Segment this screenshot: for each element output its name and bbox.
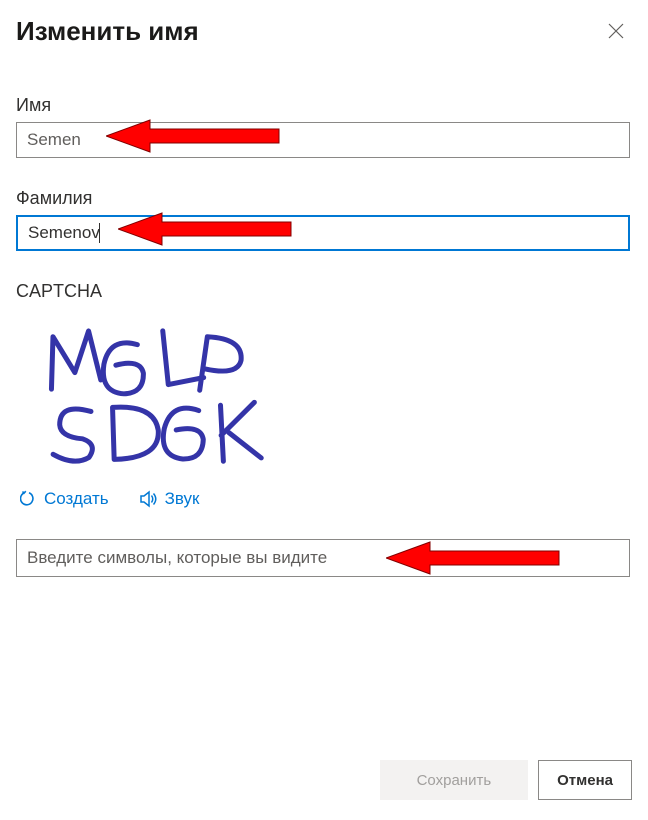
last-name-field-block: Фамилия Semenov	[16, 188, 632, 251]
captcha-block: CAPTCHA	[16, 281, 632, 577]
captcha-audio-label: Звук	[165, 489, 200, 509]
cancel-button[interactable]: Отмена	[538, 760, 632, 800]
captcha-regenerate-link[interactable]: Создать	[20, 489, 109, 509]
close-button[interactable]	[600, 17, 632, 47]
captcha-input-wrap	[16, 539, 632, 577]
close-icon	[608, 19, 624, 44]
captcha-regenerate-label: Создать	[44, 489, 109, 509]
first-name-input[interactable]	[16, 122, 630, 158]
refresh-icon	[20, 490, 38, 508]
last-name-value: Semenov	[28, 223, 100, 243]
captcha-label: CAPTCHA	[16, 281, 632, 302]
captcha-input[interactable]	[16, 539, 630, 577]
first-name-field-block: Имя	[16, 95, 632, 158]
last-name-input[interactable]: Semenov	[16, 215, 630, 251]
sound-icon	[139, 490, 159, 508]
text-caret	[99, 223, 100, 243]
first-name-label: Имя	[16, 95, 632, 116]
save-button[interactable]: Сохранить	[380, 760, 529, 800]
captcha-audio-link[interactable]: Звук	[139, 489, 200, 509]
captcha-image	[22, 320, 632, 475]
dialog-header: Изменить имя	[16, 16, 632, 47]
dialog-title: Изменить имя	[16, 16, 199, 47]
dialog-footer: Сохранить Отмена	[380, 760, 632, 800]
last-name-label: Фамилия	[16, 188, 632, 209]
captcha-actions: Создать Звук	[20, 489, 632, 509]
